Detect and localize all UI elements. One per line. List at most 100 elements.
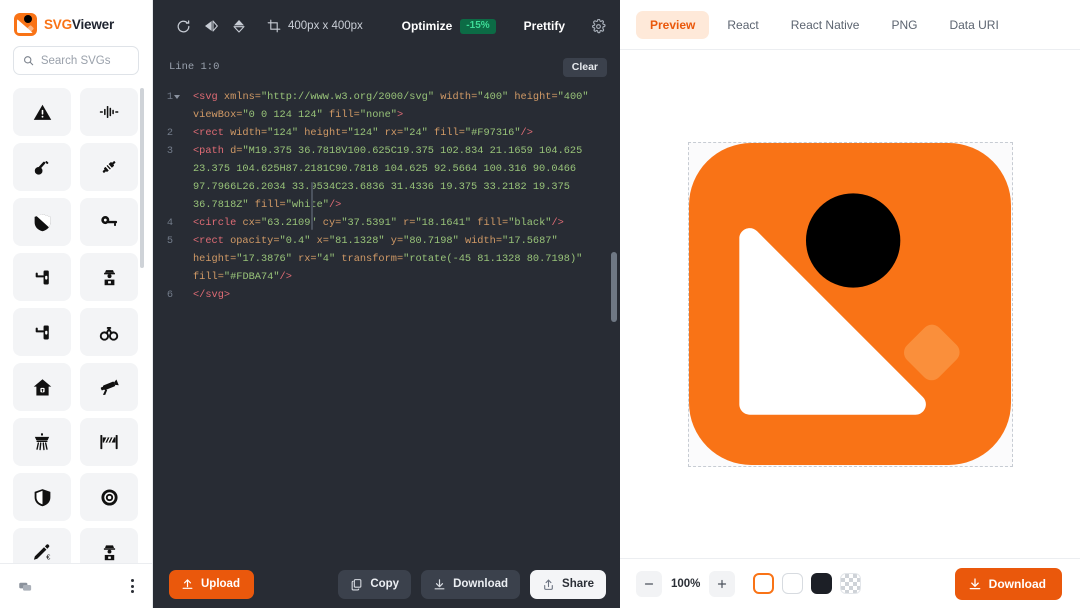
clear-button[interactable]: Clear xyxy=(562,57,607,77)
tab-png[interactable]: PNG xyxy=(877,11,931,39)
icon-tile-cctv-camera[interactable] xyxy=(80,363,138,411)
search-container xyxy=(0,46,152,84)
gear-glyph xyxy=(592,18,606,33)
code-line[interactable]: <rect width="124" height="124" rx="24" f… xyxy=(193,124,598,142)
code-token: height= xyxy=(298,127,348,139)
optimize-button[interactable]: Optimize -15% xyxy=(402,18,496,34)
icon-tile-shield-slash[interactable] xyxy=(13,198,71,246)
bg-swatch-selected[interactable] xyxy=(753,573,775,594)
icon-tile-audio-waveform[interactable] xyxy=(80,88,138,136)
zoom-out-button[interactable] xyxy=(636,570,662,597)
code-token: "400" xyxy=(477,91,509,103)
copy-label: Copy xyxy=(370,578,400,590)
code-token: "18.1641" xyxy=(415,217,472,229)
cctv-camera-icon xyxy=(100,379,119,395)
brand[interactable]: SVGViewer xyxy=(0,0,152,46)
sidebar-scrollbar-track[interactable] xyxy=(140,86,148,563)
code-line[interactable]: <path d="M19.375 36.7818V100.625C19.375 … xyxy=(193,142,598,214)
sidebar: SVGViewer Search SVGs € xyxy=(0,0,153,608)
icon-tile-door-handle[interactable] xyxy=(13,253,71,301)
icon-tile-smoke-detector[interactable] xyxy=(13,418,71,466)
editor-scrollbar-thumb[interactable] xyxy=(611,252,617,322)
code-token: "4" xyxy=(316,253,336,265)
prettify-button[interactable]: Prettify xyxy=(524,19,565,33)
tab-preview[interactable]: Preview xyxy=(636,10,710,39)
shield-icon xyxy=(34,488,50,506)
download-button[interactable]: Download xyxy=(421,569,521,599)
download-label: Download xyxy=(453,578,509,590)
icon-tile-shield[interactable] xyxy=(13,473,71,521)
code-token: <rect xyxy=(193,235,231,247)
key-alt-icon xyxy=(100,215,117,226)
icon-tile-door-handle-alt[interactable] xyxy=(13,308,71,356)
tab-react[interactable]: React xyxy=(713,11,772,39)
code-token: /> xyxy=(520,127,533,139)
background-swatches xyxy=(753,573,862,594)
download-icon xyxy=(969,577,980,589)
icon-tile-siren[interactable] xyxy=(80,473,138,521)
bg-swatch-transparent[interactable] xyxy=(840,573,862,594)
icon-results-grid: € xyxy=(0,88,152,563)
code-line[interactable]: <circle cx="63.2109" cy="37.5391" r="18.… xyxy=(193,214,598,232)
search-box[interactable] xyxy=(13,46,139,75)
gear-icon[interactable] xyxy=(591,18,606,34)
search-input[interactable] xyxy=(40,54,129,67)
code-token: /> xyxy=(328,199,342,211)
bg-swatch-white[interactable] xyxy=(782,573,804,594)
copy-icon xyxy=(351,578,362,590)
code-content[interactable]: 1 2 3 4 5 6 <svg xmlns="http://www.w3.org/200… xyxy=(153,88,620,304)
icon-tile-home-security[interactable] xyxy=(13,363,71,411)
rotate-reset-glyph xyxy=(177,19,189,32)
tab-react-native[interactable]: React Native xyxy=(777,11,874,39)
icon-tile-key-alt[interactable] xyxy=(80,198,138,246)
icon-tile-key[interactable] xyxy=(13,143,71,191)
copy-button[interactable]: Copy xyxy=(338,569,412,599)
icon-tile-pen-euro[interactable]: € xyxy=(13,528,71,563)
siren-icon xyxy=(100,488,118,506)
line-number: 3 xyxy=(166,145,173,157)
line-number: 1 xyxy=(153,88,180,124)
upload-button[interactable]: Upload xyxy=(169,569,254,599)
code-line[interactable]: </svg> xyxy=(193,286,598,304)
code-token: <path xyxy=(193,145,231,157)
icon-tile-syringe[interactable] xyxy=(80,143,138,191)
minus-icon xyxy=(644,582,654,585)
code-token: "17.5687" xyxy=(502,235,558,247)
flip-horizontal-icon[interactable] xyxy=(197,12,225,40)
code-token: fill= xyxy=(322,109,360,121)
icon-tile-barrier[interactable] xyxy=(80,418,138,466)
zoom-value: 100% xyxy=(671,577,701,590)
bg-swatch-black[interactable] xyxy=(811,573,833,594)
share-button[interactable]: Share xyxy=(530,569,606,599)
icon-tile-warning-triangle[interactable] xyxy=(13,88,71,136)
icon-tile-security-guard[interactable] xyxy=(80,253,138,301)
sidebar-scrollbar-thumb[interactable] xyxy=(140,88,144,268)
zoom-in-button[interactable] xyxy=(709,570,736,597)
share-icon xyxy=(544,579,553,590)
preview-tabs: Preview React React Native PNG Data URI xyxy=(620,0,1080,50)
smoke-detector-icon xyxy=(34,433,50,451)
upload-label: Upload xyxy=(201,578,240,590)
code-scroll-area[interactable]: 1 2 3 4 5 6 <svg xmlns="http://www.w3.org/200… xyxy=(153,82,620,560)
code-lines[interactable]: <svg xmlns="http://www.w3.org/2000/svg" … xyxy=(179,88,620,304)
rotate-reset-icon[interactable] xyxy=(169,12,197,40)
chat-bubble-icon[interactable] xyxy=(18,579,33,594)
code-token: "400" xyxy=(557,91,589,103)
preview-download-button[interactable]: Download xyxy=(954,567,1062,600)
icon-results-scroll[interactable]: € xyxy=(0,84,152,563)
flip-vertical-icon[interactable] xyxy=(225,12,253,40)
code-line[interactable]: <rect opacity="0.4" x="81.1328" y="80.71… xyxy=(193,232,598,286)
icon-tile-handcuffs[interactable] xyxy=(80,308,138,356)
handcuffs-icon xyxy=(99,327,119,341)
code-line[interactable]: <svg xmlns="http://www.w3.org/2000/svg" … xyxy=(193,88,598,124)
door-handle-icon xyxy=(35,270,49,284)
tab-data-uri[interactable]: Data URI xyxy=(935,11,1012,39)
code-token: "63.2109" xyxy=(260,217,317,229)
optimize-savings-badge: -15% xyxy=(460,18,496,34)
kebab-menu-icon[interactable] xyxy=(131,579,134,593)
icon-tile-worker-helmet[interactable] xyxy=(80,528,138,563)
code-token: <rect xyxy=(193,127,231,139)
code-token: fill= xyxy=(471,217,509,229)
canvas-size-button[interactable]: 400px x 400px xyxy=(267,19,363,33)
preview-frame xyxy=(687,141,1013,467)
